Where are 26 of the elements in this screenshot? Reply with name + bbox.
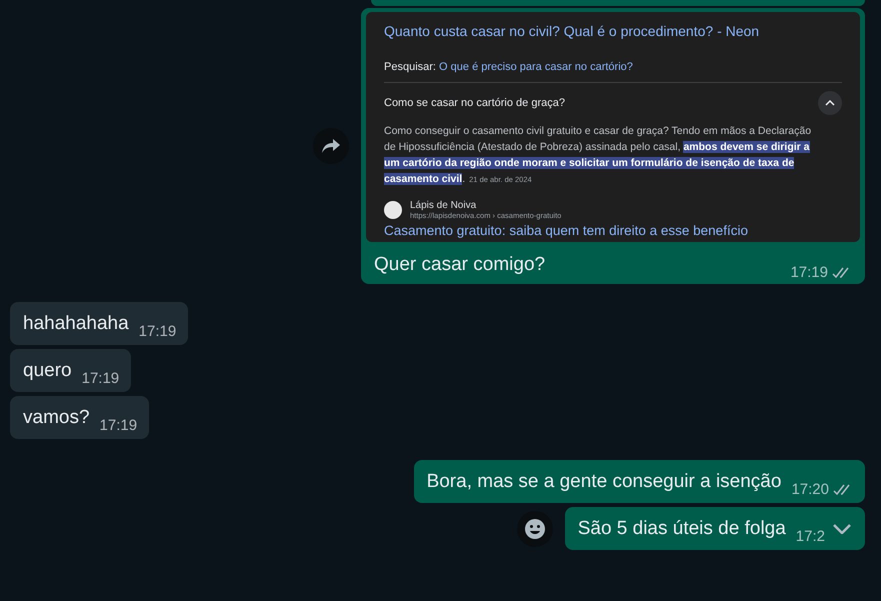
message-time: 17:19 xyxy=(82,370,120,387)
result-title-link[interactable]: Casamento gratuito: saiba quem tem direito a esse benefício xyxy=(384,223,842,238)
message-text: Bora, mas se a gente conseguir a isenção xyxy=(426,470,782,494)
result-title-link[interactable]: Quanto custa casar no civil? Qual é o procedimento? - Neon xyxy=(384,23,842,39)
message-time: 17:19 xyxy=(790,264,828,281)
forward-arrow-icon xyxy=(321,138,341,154)
search-label: Pesquisar: xyxy=(384,61,436,73)
smiley-icon xyxy=(524,518,546,540)
emoji-reaction-button[interactable] xyxy=(516,510,553,546)
forward-button[interactable] xyxy=(313,128,349,164)
message-time: 17:2 xyxy=(796,528,825,545)
message-text: vamos? xyxy=(23,406,90,430)
search-link[interactable]: O que é preciso para casar no cartório? xyxy=(439,61,633,73)
chevron-up-icon xyxy=(825,100,835,106)
message-text: quero xyxy=(23,359,72,383)
message-text: Quer casar comigo? xyxy=(374,253,546,277)
message-text: São 5 dias úteis de folga xyxy=(578,517,786,541)
collapse-button[interactable] xyxy=(818,91,842,115)
site-favicon-icon xyxy=(384,201,402,219)
message-time: 17:20 xyxy=(791,481,829,498)
chevron-down-icon xyxy=(833,524,851,534)
message-text: hahahahaha xyxy=(23,312,129,336)
source-name: Lápis de Noiva xyxy=(410,200,478,211)
question-heading: Como se casar no cartório de graça? xyxy=(384,97,565,109)
message-time: 17:19 xyxy=(100,417,138,434)
message-time: 17:19 xyxy=(138,323,176,340)
